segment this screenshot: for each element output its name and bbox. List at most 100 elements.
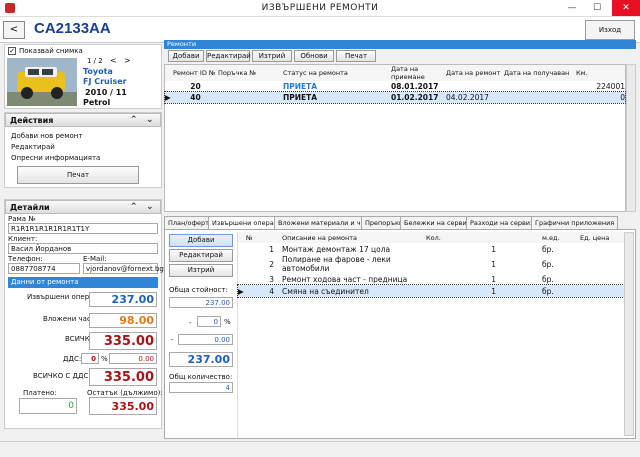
repairs-section-title: Ремонти xyxy=(164,40,636,49)
col-description[interactable]: Описание на ремонта xyxy=(282,232,426,243)
vehicle-year: 2010 xyxy=(85,88,108,97)
email-field[interactable]: vjordanov@fornext.bg xyxy=(83,263,164,274)
vehicle-panel: ✓ Показвай снимка 1 / 2 < > Toyota FJ Cr… xyxy=(4,44,162,109)
show-image-label: Показвай снимка xyxy=(19,47,83,55)
section-repair-data: Данни от ремонта xyxy=(8,277,158,288)
col-quantity[interactable]: Кол. xyxy=(426,232,506,243)
ops-add-button[interactable]: Добави xyxy=(169,234,233,247)
table-row[interactable]: 3 Ремонт ходова част - предница 1 бр. xyxy=(238,273,624,285)
ops-total-field: 237.00 xyxy=(89,292,157,307)
col-order-no[interactable]: Поръчка № xyxy=(218,65,283,81)
client-field[interactable]: Васил Йорданов xyxy=(8,243,158,254)
operations-grid: № Описание на ремонта Кол. м.ед. Ед. цен… xyxy=(237,232,625,438)
operations-scrollbar[interactable] xyxy=(624,232,634,436)
status-bar xyxy=(0,441,640,457)
col-unit-price[interactable]: Ед. цена xyxy=(580,232,624,243)
repairs-grid: Ремонт ID № Поръчка № Статус на ремонта … xyxy=(164,64,626,212)
plate-number: CA2133AA xyxy=(34,20,111,37)
parts-total-field: 98.00 xyxy=(89,313,157,328)
col-status[interactable]: Статус на ремонта xyxy=(283,65,391,81)
operations-header-row: № Описание на ремонта Кол. м.ед. Ед. цен… xyxy=(238,232,624,243)
total-vat-field: 335.00 xyxy=(89,368,157,386)
phone-label: Телефон: xyxy=(8,255,43,263)
vin-field[interactable]: R1R1R1R1R1R1R1T1Y xyxy=(8,223,158,234)
repairs-print-button[interactable]: Печат xyxy=(336,50,376,62)
action-add-repair[interactable]: Добави нов ремонт xyxy=(11,132,82,140)
total-field: 335.00 xyxy=(89,332,157,350)
vehicle-month: / 11 xyxy=(110,88,127,97)
back-button[interactable]: < xyxy=(3,21,25,39)
vehicle-model: FJ Cruiser xyxy=(83,77,127,86)
repairs-delete-button[interactable]: Изтрий xyxy=(252,50,292,62)
col-km[interactable]: Км. xyxy=(576,65,625,81)
prev-button[interactable]: < xyxy=(110,56,117,65)
vin-label: Рама № xyxy=(8,215,36,223)
remaining-label: Остатък (дължимо): xyxy=(87,389,163,397)
exit-button[interactable]: Изход xyxy=(585,20,635,40)
col-date-in[interactable]: Дата на приемане xyxy=(391,65,446,81)
details-title: Детайли xyxy=(10,203,50,212)
repairs-toolbar: Добави Редактирай Изтрий Обнови Печат xyxy=(164,49,636,63)
close-button[interactable]: ✕ xyxy=(612,0,640,16)
expand-icon[interactable]: ⌄ xyxy=(146,115,154,125)
ops-discount-value-field[interactable]: 0.00 xyxy=(178,334,233,345)
paid-label: Платено: xyxy=(23,389,57,397)
repairs-edit-button[interactable]: Редактирай xyxy=(206,50,251,62)
collapse-icon[interactable]: ⌃ xyxy=(130,115,138,125)
show-image-checkbox[interactable]: ✓ xyxy=(8,47,16,55)
ops-delete-button[interactable]: Изтрий xyxy=(169,264,233,277)
repairs-add-button[interactable]: Добави xyxy=(168,50,204,62)
pager-text: 1 / 2 xyxy=(87,57,103,65)
print-button[interactable]: Печат xyxy=(17,166,139,184)
remaining-field: 335.00 xyxy=(89,397,157,415)
tab-attachments[interactable]: Графични приложения xyxy=(531,216,619,229)
ops-discount-minus: - xyxy=(189,319,192,327)
table-row[interactable]: 2 Полиране на фарове - леки автомобили 1… xyxy=(238,255,624,273)
actions-panel: Действия ⌃ ⌄ Добави нов ремонт Редактира… xyxy=(4,112,162,188)
client-label: Клиент: xyxy=(8,235,38,243)
vat-percent-sign: % xyxy=(101,355,108,363)
title-bar: ИЗВЪРШЕНИ РЕМОНТИ — ☐ ✕ xyxy=(0,0,640,17)
details-panel: Детайли ⌃ ⌄ Рама № R1R1R1R1R1R1R1T1Y Кли… xyxy=(4,199,164,429)
col-date-repair[interactable]: Дата на ремонт xyxy=(446,65,504,81)
table-row-selected[interactable]: ▶ 4 Смяна на съединител 1 бр. xyxy=(237,284,625,298)
table-row[interactable]: 1 Монтаж демонтаж 17 цола 1 бр. xyxy=(238,243,624,255)
operations-table: № Описание на ремонта Кол. м.ед. Ед. цен… xyxy=(237,232,625,298)
ops-qty-label: Общ количество: xyxy=(169,373,233,381)
col-date-out[interactable]: Дата на получаван xyxy=(504,65,576,81)
email-label: E-Mail: xyxy=(83,255,107,263)
actions-title: Действия xyxy=(10,116,54,125)
maximize-button[interactable]: ☐ xyxy=(585,0,609,16)
vehicle-photo xyxy=(7,58,77,106)
ops-net-total-field: 237.00 xyxy=(169,352,233,367)
paid-field[interactable]: 0 xyxy=(19,398,77,414)
tab-strip: План/оферта Извършени операции Вложени м… xyxy=(164,216,636,230)
col-unit[interactable]: м.ед. xyxy=(542,232,580,243)
col-repair-id[interactable]: Ремонт ID № xyxy=(173,65,218,81)
ops-total-price-field: 237.00 xyxy=(169,297,233,308)
phone-field[interactable]: 0887708774 xyxy=(8,263,80,274)
repairs-table: Ремонт ID № Поръчка № Статус на ремонта … xyxy=(164,65,626,104)
next-button[interactable]: > xyxy=(124,56,131,65)
col-number[interactable]: № xyxy=(246,232,282,243)
table-row-selected[interactable]: ▶ 40 ПРИЕТА 01.02.2017 04.02.2017 0 xyxy=(164,91,626,104)
vat-amount-field: 0.00 xyxy=(109,353,157,364)
window-title: ИЗВЪРШЕНИ РЕМОНТИ xyxy=(261,3,379,13)
ops-qty-field: 4 xyxy=(169,382,233,393)
total-vat-label: ВСИЧКО С ДДС: xyxy=(33,372,91,380)
ops-total-label: Обща стойност: xyxy=(169,286,228,294)
details-header: Детайли ⌃ ⌄ xyxy=(5,200,161,214)
action-edit[interactable]: Редактирай xyxy=(11,143,55,151)
ops-discount-minus-2: - xyxy=(171,336,174,344)
repairs-refresh-button[interactable]: Обнови xyxy=(294,50,334,62)
repairs-header-row: Ремонт ID № Поръчка № Статус на ремонта … xyxy=(165,65,625,81)
repairs-scrollbar[interactable] xyxy=(626,64,636,212)
vat-percent-field[interactable]: 0 xyxy=(81,353,99,364)
collapse-icon[interactable]: ⌃ xyxy=(130,202,138,212)
ops-edit-button[interactable]: Редактирай xyxy=(169,249,233,262)
expand-icon[interactable]: ⌄ xyxy=(146,202,154,212)
ops-discount-percent-field[interactable]: 0 xyxy=(197,316,221,327)
table-row[interactable]: 20 ПРИЕТА 08.01.2017 224001 xyxy=(165,81,625,92)
minimize-button[interactable]: — xyxy=(560,0,584,16)
action-refresh[interactable]: Опресни информацията xyxy=(11,154,100,162)
